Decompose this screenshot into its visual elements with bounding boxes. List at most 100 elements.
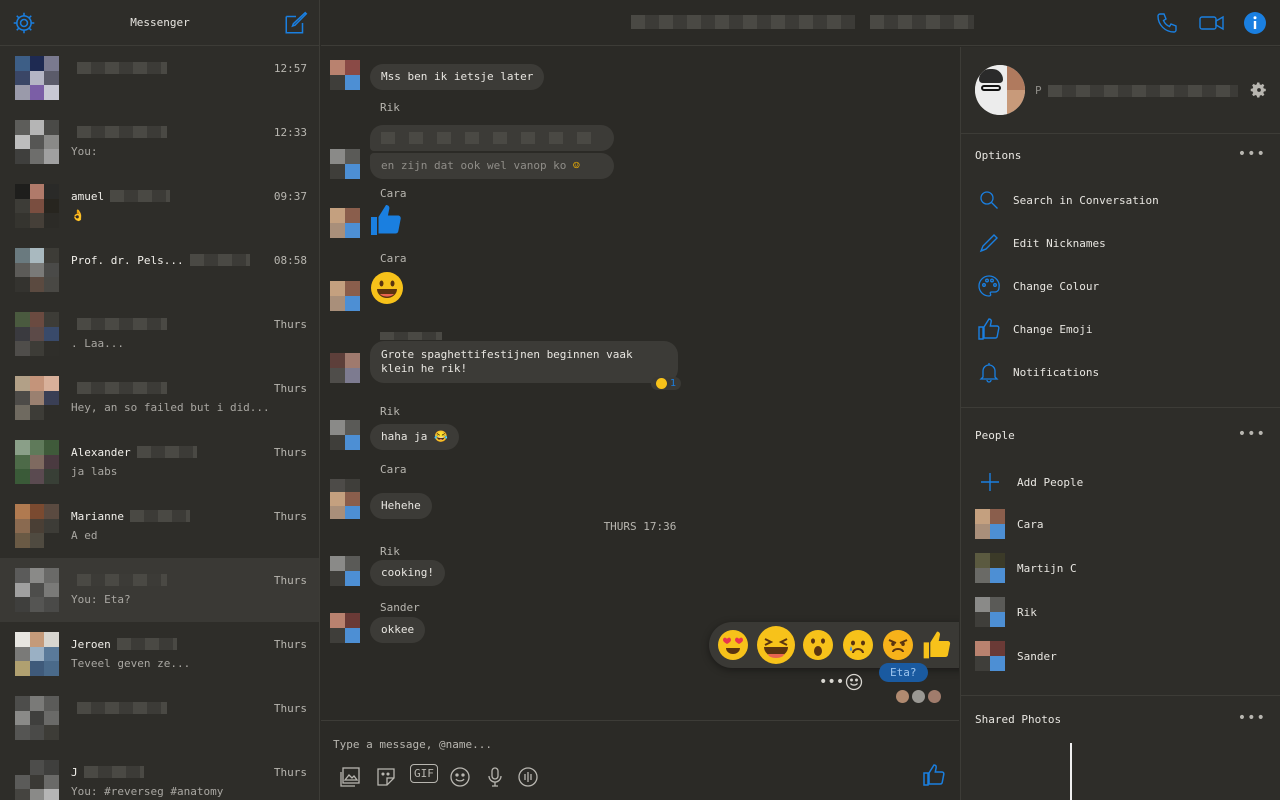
phone-call-icon[interactable] bbox=[1155, 11, 1179, 35]
message-bubble[interactable]: cooking! bbox=[370, 560, 445, 586]
mic-icon[interactable] bbox=[484, 766, 506, 788]
conversation-item[interactable]: Thurs . Laa... bbox=[0, 302, 319, 366]
wow-reaction-icon[interactable] bbox=[800, 627, 836, 663]
conversation-item[interactable]: 12:33 You: bbox=[0, 110, 319, 174]
edit-nicknames-option[interactable]: Edit Nicknames bbox=[975, 229, 1106, 257]
info-icon[interactable] bbox=[1243, 11, 1267, 35]
person-item[interactable]: Cara bbox=[975, 509, 1044, 539]
conversation-avatar bbox=[15, 312, 59, 356]
sticker-icon[interactable] bbox=[375, 766, 397, 788]
conversation-item[interactable]: Thurs bbox=[0, 686, 319, 750]
settings-gear-icon[interactable] bbox=[1250, 81, 1268, 99]
laugh-reaction-icon[interactable] bbox=[755, 624, 797, 666]
search-in-conversation-option[interactable]: Search in Conversation bbox=[975, 186, 1159, 214]
conversation-name: Alexander bbox=[71, 445, 131, 459]
grinning-emoji-icon[interactable] bbox=[370, 271, 404, 305]
message-bubble[interactable]: en zijn dat ook wel vanop ko ☺ bbox=[370, 153, 614, 179]
shared-photos-more-icon[interactable]: ••• bbox=[1238, 710, 1266, 726]
conversation-snippet: 👌 bbox=[71, 208, 85, 222]
message-thread: Mss ben ik ietsje later Rik en zijn dat … bbox=[321, 47, 959, 720]
emoji-icon[interactable] bbox=[449, 766, 471, 788]
conversation-time: 09:37 bbox=[273, 189, 307, 203]
message-row: okkee bbox=[330, 613, 426, 643]
message-row: Hehehe bbox=[330, 479, 432, 519]
conversation-item[interactable]: Thurs Hey, an so failed but i did... bbox=[0, 366, 319, 430]
notifications-option[interactable]: Notifications bbox=[975, 358, 1099, 386]
conversation-item[interactable]: Thurs You: Eta? bbox=[0, 558, 319, 622]
conversation-avatar bbox=[15, 632, 59, 676]
message-bubble[interactable]: okkee bbox=[370, 617, 426, 643]
conversation-item[interactable]: Jeroen Thurs Teveel geven ze... bbox=[0, 622, 319, 686]
message-more-icon[interactable]: ••• bbox=[819, 674, 844, 690]
message-bubble[interactable]: Mss ben ik ietsje later bbox=[370, 64, 545, 90]
thumbs-up-sticker-icon[interactable] bbox=[368, 202, 404, 238]
divider bbox=[961, 695, 1280, 696]
message-reaction-badge[interactable]: 1 bbox=[651, 377, 682, 390]
person-item[interactable]: Rik bbox=[975, 597, 1037, 627]
video-call-icon[interactable] bbox=[1198, 11, 1226, 35]
divider bbox=[961, 407, 1280, 408]
shared-photos-section-title: Shared Photos bbox=[975, 713, 1062, 726]
conversation-item[interactable]: Alexander Thurs ja labs bbox=[0, 430, 319, 494]
search-icon bbox=[975, 186, 1003, 214]
message-input[interactable] bbox=[333, 738, 893, 751]
conversation-avatar bbox=[15, 696, 59, 740]
conversation-time: Thurs bbox=[273, 765, 307, 779]
conversation-time: 08:58 bbox=[273, 253, 307, 267]
conversation-item[interactable]: amuel 09:37 👌 bbox=[0, 174, 319, 238]
shared-photo-thumbnail[interactable] bbox=[1070, 743, 1072, 800]
send-like-icon[interactable] bbox=[922, 763, 946, 787]
conversation-snippet: Teveel geven ze... bbox=[71, 656, 191, 670]
reaction-picker bbox=[709, 622, 959, 668]
people-more-icon[interactable]: ••• bbox=[1238, 426, 1266, 442]
conversation-item[interactable]: Marianne Thurs A ed bbox=[0, 494, 319, 558]
conversation-time: Thurs bbox=[273, 317, 307, 331]
divider bbox=[961, 133, 1280, 134]
read-receipt-avatar bbox=[928, 690, 941, 703]
conversation-subtitle bbox=[870, 15, 974, 29]
change-colour-option[interactable]: Change Colour bbox=[975, 272, 1099, 300]
image-icon[interactable] bbox=[339, 766, 361, 788]
conversation-item[interactable]: Prof. dr. Pels... 08:58 bbox=[0, 238, 319, 302]
angry-reaction-icon[interactable] bbox=[880, 627, 916, 663]
conversation-time: Thurs bbox=[273, 445, 307, 459]
person-item[interactable]: Sander bbox=[975, 641, 1057, 671]
sender-name: Rik bbox=[380, 405, 400, 418]
chat-header bbox=[321, 0, 1280, 46]
message-bubble[interactable]: haha ja 😂 bbox=[370, 424, 459, 450]
compose-icon[interactable] bbox=[283, 10, 309, 36]
settings-gear-icon[interactable] bbox=[11, 10, 37, 36]
conversation-item[interactable]: J Thurs You: #reverseg #anatomy bbox=[0, 750, 319, 800]
plus-icon bbox=[975, 467, 1005, 497]
options-more-icon[interactable]: ••• bbox=[1238, 146, 1266, 162]
message-row: Mss ben ik ietsje later bbox=[330, 60, 545, 90]
add-people-button[interactable]: Add People bbox=[975, 467, 1083, 497]
change-emoji-option[interactable]: Change Emoji bbox=[975, 315, 1092, 343]
person-avatar bbox=[975, 597, 1005, 627]
gif-icon[interactable]: GIF bbox=[410, 764, 438, 783]
sad-reaction-icon[interactable] bbox=[840, 627, 876, 663]
laugh-reaction-icon bbox=[656, 378, 667, 389]
message-emoji-icon[interactable] bbox=[845, 673, 863, 691]
message-bubble[interactable]: Grote spaghettifestijnen beginnen vaak k… bbox=[370, 341, 678, 383]
conversation-time: Thurs bbox=[273, 381, 307, 395]
love-eyes-reaction-icon[interactable] bbox=[715, 627, 751, 663]
message-row bbox=[330, 271, 404, 311]
thumbs-up-icon bbox=[975, 315, 1003, 343]
read-receipts bbox=[896, 690, 941, 703]
thumbs-up-reaction-icon[interactable] bbox=[920, 627, 956, 663]
conversation-snippet bbox=[71, 273, 291, 287]
conversation-sidebar: Messenger 12:57 12:33 You: amuel 09:37 👌 Prof.… bbox=[0, 0, 320, 800]
conversation-time: Thurs bbox=[273, 701, 307, 715]
audio-icon[interactable] bbox=[517, 766, 539, 788]
conversation-snippet: A ed bbox=[71, 528, 98, 542]
person-avatar bbox=[975, 553, 1005, 583]
person-item[interactable]: Martijn C bbox=[975, 553, 1077, 583]
message-bubble[interactable]: Hehehe bbox=[370, 493, 432, 519]
message-row: haha ja 😂 bbox=[330, 420, 459, 450]
my-message-bubble[interactable]: Eta? bbox=[879, 663, 928, 682]
conversation-item[interactable]: 12:57 bbox=[0, 46, 319, 110]
conversation-list: 12:57 12:33 You: amuel 09:37 👌 Prof. dr. Pels.… bbox=[0, 46, 319, 800]
message-bubble[interactable] bbox=[370, 125, 614, 151]
sender-avatar bbox=[330, 613, 360, 643]
